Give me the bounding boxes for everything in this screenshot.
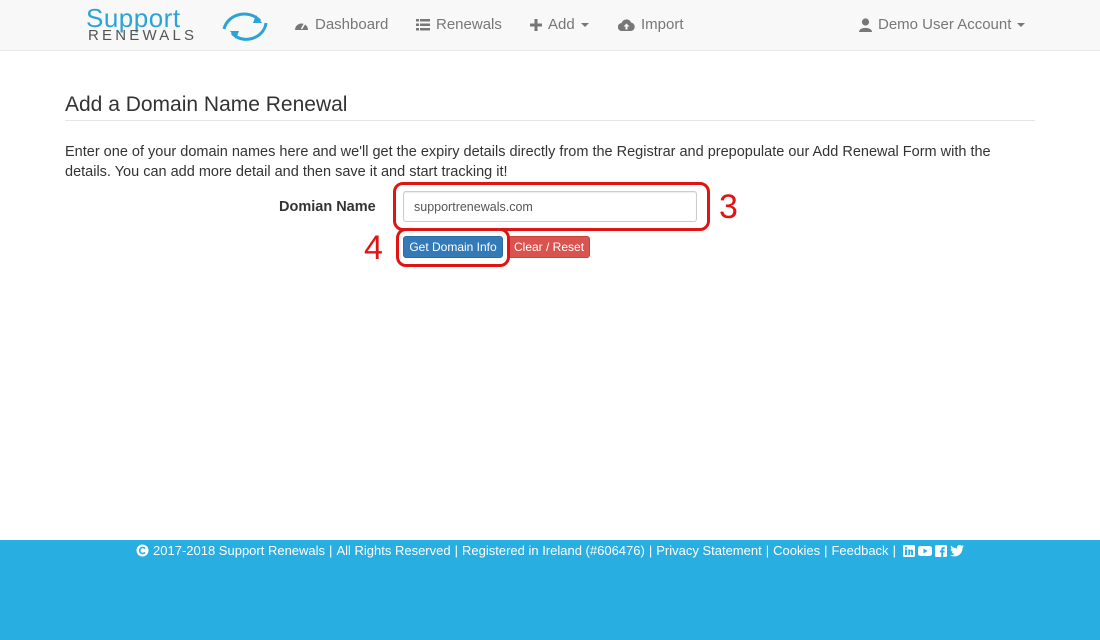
domain-name-label: Domian Name — [279, 199, 376, 215]
caret-down-icon — [1017, 23, 1026, 27]
user-icon — [859, 18, 872, 32]
page-title: Add a Domain Name Renewal — [65, 93, 348, 116]
plus-icon — [530, 19, 542, 31]
annotation-step-3: 3 — [719, 188, 738, 226]
annotation-ring-input — [393, 182, 710, 231]
clear-reset-button[interactable]: Clear / Reset — [508, 236, 590, 258]
nav-import-label: Import — [641, 16, 684, 33]
brand-logo[interactable]: Support RENEWALS — [86, 4, 272, 46]
nav-add-dropdown[interactable]: Add — [530, 0, 589, 50]
nav-dashboard[interactable]: Dashboard — [294, 0, 388, 50]
footer: 2017-2018 Support Renewals | All Rights … — [0, 540, 1100, 640]
nav-import[interactable]: Import — [618, 0, 684, 50]
footer-line: 2017-2018 Support Renewals | All Rights … — [0, 543, 1100, 558]
youtube-icon[interactable] — [917, 545, 932, 557]
brand-logo-bottom: RENEWALS — [88, 27, 198, 44]
cloud-upload-icon — [618, 19, 635, 31]
footer-copyright: 2017-2018 Support Renewals — [153, 543, 326, 558]
top-navbar: Support RENEWALS Dashboard Renewals Add … — [0, 0, 1100, 51]
renew-swirl-icon — [222, 12, 268, 41]
annotation-step-4: 4 — [364, 229, 383, 267]
footer-registered: Registered in Ireland (#606476) — [461, 543, 645, 558]
footer-rights: All Rights Reserved — [336, 543, 451, 558]
footer-privacy-link[interactable]: Privacy Statement — [656, 543, 762, 558]
linkedin-icon[interactable] — [902, 544, 915, 557]
nav-account-dropdown[interactable]: Demo User Account — [859, 0, 1026, 50]
annotation-ring-button — [396, 228, 510, 267]
dashboard-gauge-icon — [295, 22, 308, 30]
copyright-icon — [136, 544, 149, 557]
footer-cookies-link[interactable]: Cookies — [773, 543, 820, 558]
title-divider — [65, 120, 1035, 121]
nav-dashboard-label: Dashboard — [315, 16, 389, 33]
nav-renewals-label: Renewals — [436, 16, 502, 33]
intro-text: Enter one of your domain names here and … — [65, 144, 991, 180]
nav-renewals[interactable]: Renewals — [416, 0, 502, 50]
list-icon — [416, 19, 430, 31]
caret-down-icon — [580, 23, 589, 27]
twitter-icon[interactable] — [950, 544, 964, 557]
facebook-icon[interactable] — [934, 544, 947, 557]
footer-feedback-link[interactable]: Feedback — [831, 543, 888, 558]
nav-add-label: Add — [548, 16, 575, 33]
nav-account-label: Demo User Account — [878, 16, 1012, 33]
